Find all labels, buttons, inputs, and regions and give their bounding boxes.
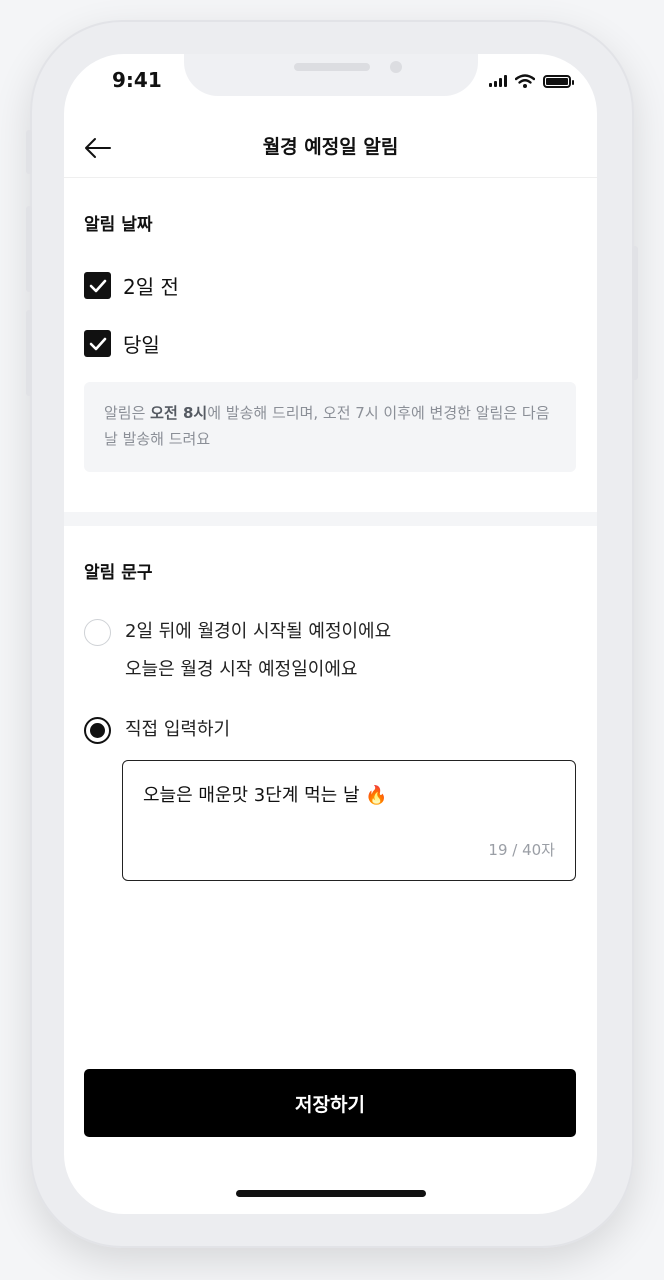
notch <box>184 54 478 96</box>
checkbox-2-days-before[interactable]: 2일 전 <box>84 271 179 300</box>
radio-preset-message[interactable]: 2일 뒤에 월경이 시작될 예정이에요 오늘은 월경 시작 예정일이에요 <box>84 619 391 689</box>
silent-switch <box>26 130 32 174</box>
battery-icon <box>543 74 574 88</box>
notice-text-bold: 오전 8시 <box>150 404 208 422</box>
radio-unselected-icon[interactable] <box>84 619 111 646</box>
volume-down-button <box>26 310 32 396</box>
checkbox-same-day[interactable]: 당일 <box>84 329 160 358</box>
app-screen: 9:41 월경 예정일 알림 알림 날짜 2일 전 당일 알림은 오전 8시에 … <box>64 54 597 1214</box>
home-indicator <box>236 1190 426 1197</box>
char-counter: 19 / 40자 <box>488 841 555 859</box>
checkbox-label: 2일 전 <box>123 275 179 299</box>
wifi-icon <box>515 74 535 88</box>
notice-box: 알림은 오전 8시에 발송해 드리며, 오전 7시 이후에 변경한 알림은 다음… <box>84 382 576 472</box>
checkbox-checked-icon[interactable] <box>84 330 111 357</box>
checkbox-checked-icon[interactable] <box>84 272 111 299</box>
preset-message-line-2: 오늘은 월경 시작 예정일이에요 <box>125 659 358 680</box>
nav-header: 월경 예정일 알림 <box>64 120 597 178</box>
save-button[interactable]: 저장하기 <box>84 1069 576 1137</box>
section-divider <box>64 512 597 526</box>
volume-up-button <box>26 206 32 292</box>
custom-message-value[interactable]: 오늘은 매운맛 3단계 먹는 날 🔥 <box>143 781 388 807</box>
checkbox-label: 당일 <box>123 333 160 357</box>
front-camera <box>390 61 402 73</box>
page-title: 월경 예정일 알림 <box>262 136 399 158</box>
status-time: 9:41 <box>112 68 162 92</box>
custom-message-input[interactable]: 오늘은 매운맛 3단계 먹는 날 🔥 19 / 40자 <box>122 760 576 881</box>
status-icons <box>489 74 574 88</box>
message-section-title: 알림 문구 <box>84 563 153 583</box>
preset-message-line-1: 2일 뒤에 월경이 시작될 예정이에요 <box>125 621 392 642</box>
signal-icon <box>489 75 507 87</box>
notice-text-prefix: 알림은 <box>104 404 151 422</box>
date-section-title: 알림 날짜 <box>84 215 153 235</box>
preset-message-text: 2일 뒤에 월경이 시작될 예정이에요 오늘은 월경 시작 예정일이에요 <box>125 613 391 689</box>
radio-custom-message[interactable]: 직접 입력하기 <box>84 717 230 749</box>
custom-option-label: 직접 입력하기 <box>125 719 231 740</box>
speaker <box>294 63 370 71</box>
power-button <box>632 246 638 380</box>
radio-selected-icon[interactable] <box>84 717 111 744</box>
